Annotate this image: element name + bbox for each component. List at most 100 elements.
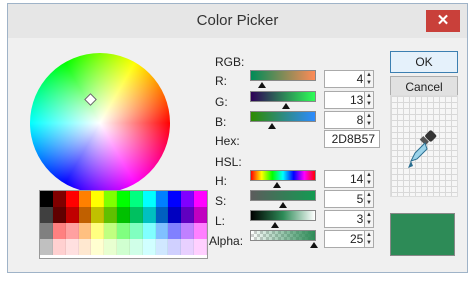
hsl-section-label: HSL: xyxy=(215,155,242,169)
hex-value-field[interactable]: 2D8B57 xyxy=(324,130,380,148)
palette-swatch[interactable] xyxy=(91,223,105,239)
l-spinner[interactable]: ▲ ▼ xyxy=(364,210,374,228)
palette-swatch[interactable] xyxy=(168,223,182,239)
palette-swatch[interactable] xyxy=(181,191,195,207)
spin-down-icon[interactable]: ▼ xyxy=(365,239,373,247)
g-slider[interactable] xyxy=(250,91,316,102)
palette-swatch[interactable] xyxy=(40,223,53,239)
main-panel: RGB: R: 45 ▲▼ G: 139 ▲▼ B: 87 ▲▼ Hex: 2D… xyxy=(19,45,465,269)
rgb-section-label: RGB: xyxy=(215,55,245,69)
palette-swatch[interactable] xyxy=(65,239,79,255)
s-spinner[interactable]: ▲ ▼ xyxy=(364,190,374,208)
palette-swatch[interactable] xyxy=(78,207,92,223)
palette-swatch[interactable] xyxy=(155,207,169,223)
spin-down-icon[interactable]: ▼ xyxy=(365,199,373,207)
palette-swatch[interactable] xyxy=(117,223,130,239)
palette-swatch[interactable] xyxy=(168,207,182,223)
palette-swatch[interactable] xyxy=(91,207,105,223)
s-label: S: xyxy=(215,194,227,208)
spin-up-icon[interactable]: ▲ xyxy=(365,211,373,219)
palette-swatch[interactable] xyxy=(194,207,207,223)
ok-button[interactable]: OK xyxy=(390,51,458,73)
spin-down-icon[interactable]: ▼ xyxy=(365,179,373,187)
palette-swatch[interactable] xyxy=(117,191,130,207)
color-palette[interactable] xyxy=(39,190,208,259)
g-slider-thumb[interactable] xyxy=(282,103,290,109)
spin-down-icon[interactable]: ▼ xyxy=(365,219,373,227)
palette-swatch[interactable] xyxy=(155,191,169,207)
spin-down-icon[interactable]: ▼ xyxy=(365,100,373,108)
palette-swatch[interactable] xyxy=(142,207,156,223)
palette-swatch[interactable] xyxy=(78,239,92,255)
palette-swatch[interactable] xyxy=(129,239,143,255)
palette-swatch[interactable] xyxy=(40,239,53,255)
palette-swatch[interactable] xyxy=(129,223,143,239)
h-slider[interactable] xyxy=(250,170,316,181)
palette-swatch[interactable] xyxy=(40,207,53,223)
palette-swatch[interactable] xyxy=(117,239,130,255)
palette-swatch[interactable] xyxy=(40,191,53,207)
palette-swatch[interactable] xyxy=(91,239,105,255)
palette-swatch[interactable] xyxy=(194,191,207,207)
color-wheel[interactable] xyxy=(30,53,170,193)
l-slider[interactable] xyxy=(250,210,316,221)
palette-swatch[interactable] xyxy=(181,223,195,239)
palette-swatch[interactable] xyxy=(52,207,66,223)
g-spinner[interactable]: ▲ ▼ xyxy=(364,91,374,109)
palette-swatch[interactable] xyxy=(104,207,118,223)
palette-swatch[interactable] xyxy=(142,223,156,239)
palette-swatch[interactable] xyxy=(52,191,66,207)
b-spinner[interactable]: ▲ ▼ xyxy=(364,111,374,129)
spin-up-icon[interactable]: ▲ xyxy=(365,92,373,100)
eyedropper-icon[interactable] xyxy=(405,126,445,176)
palette-swatch[interactable] xyxy=(65,207,79,223)
spin-up-icon[interactable]: ▲ xyxy=(365,112,373,120)
r-slider[interactable] xyxy=(250,70,316,81)
spin-up-icon[interactable]: ▲ xyxy=(365,171,373,179)
b-slider-thumb[interactable] xyxy=(268,123,276,129)
palette-swatch[interactable] xyxy=(155,239,169,255)
r-spinner[interactable]: ▲ ▼ xyxy=(364,70,374,88)
palette-swatch[interactable] xyxy=(78,223,92,239)
palette-swatch[interactable] xyxy=(117,207,130,223)
eyedropper-area[interactable] xyxy=(390,95,458,197)
palette-swatch[interactable] xyxy=(104,191,118,207)
alpha-slider-thumb[interactable] xyxy=(310,242,318,248)
palette-swatch[interactable] xyxy=(104,239,118,255)
palette-swatch[interactable] xyxy=(168,191,182,207)
palette-swatch[interactable] xyxy=(104,223,118,239)
s-slider-thumb[interactable] xyxy=(279,202,287,208)
title-bar[interactable]: Color Picker ✕ xyxy=(8,4,467,38)
palette-swatch[interactable] xyxy=(65,191,79,207)
palette-swatch[interactable] xyxy=(52,223,66,239)
palette-swatch[interactable] xyxy=(181,239,195,255)
palette-swatch[interactable] xyxy=(194,239,207,255)
r-slider-thumb[interactable] xyxy=(258,82,266,88)
spin-down-icon[interactable]: ▼ xyxy=(365,79,373,87)
spin-up-icon[interactable]: ▲ xyxy=(365,231,373,239)
palette-swatch[interactable] xyxy=(91,191,105,207)
spin-up-icon[interactable]: ▲ xyxy=(365,71,373,79)
alpha-slider[interactable] xyxy=(250,230,316,241)
palette-swatch[interactable] xyxy=(142,191,156,207)
alpha-spinner[interactable]: ▲ ▼ xyxy=(364,230,374,248)
s-slider[interactable] xyxy=(250,190,316,201)
h-slider-thumb[interactable] xyxy=(273,182,281,188)
spin-up-icon[interactable]: ▲ xyxy=(365,191,373,199)
palette-swatch[interactable] xyxy=(194,223,207,239)
palette-swatch[interactable] xyxy=(155,223,169,239)
close-button[interactable]: ✕ xyxy=(426,10,460,32)
palette-swatch[interactable] xyxy=(168,239,182,255)
palette-swatch[interactable] xyxy=(129,207,143,223)
palette-swatch[interactable] xyxy=(142,239,156,255)
palette-swatch[interactable] xyxy=(129,191,143,207)
palette-swatch[interactable] xyxy=(78,191,92,207)
palette-swatch[interactable] xyxy=(181,207,195,223)
h-spinner[interactable]: ▲ ▼ xyxy=(364,170,374,188)
l-slider-thumb[interactable] xyxy=(271,222,279,228)
spin-down-icon[interactable]: ▼ xyxy=(365,120,373,128)
b-slider[interactable] xyxy=(250,111,316,122)
palette-swatch[interactable] xyxy=(52,239,66,255)
color-wheel-area[interactable] xyxy=(30,53,185,208)
palette-swatch[interactable] xyxy=(65,223,79,239)
